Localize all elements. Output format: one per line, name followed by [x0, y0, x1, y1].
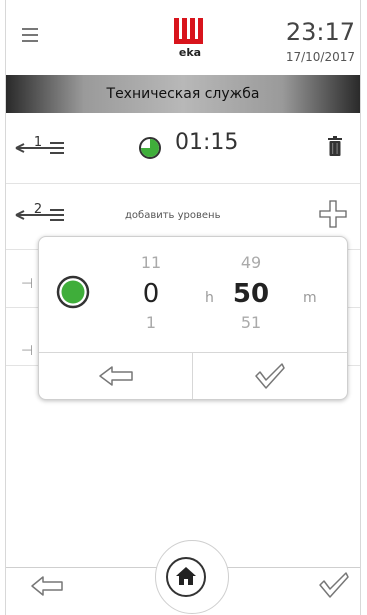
- menu-icon[interactable]: [22, 28, 38, 42]
- level-2-icon: 2: [15, 203, 64, 221]
- plus-icon[interactable]: [318, 199, 348, 229]
- dialog-confirm-button[interactable]: [193, 353, 347, 399]
- dialog-back-button[interactable]: [39, 353, 192, 399]
- trash-icon[interactable]: [328, 136, 342, 156]
- minutes-unit: m: [303, 290, 317, 306]
- level-1-number: 1: [34, 136, 42, 150]
- timer-icon: [56, 275, 90, 309]
- brand-logo-mark: [174, 18, 203, 44]
- level-4-icon-partial: ⊣: [21, 343, 34, 359]
- hours-prev[interactable]: 11: [131, 253, 171, 272]
- minutes-value[interactable]: 50: [225, 279, 277, 309]
- brand-logo: eka: [172, 18, 212, 62]
- time-picker-dialog: 11 0 1 h 49 50 51 m: [38, 236, 348, 400]
- level-3-icon-partial: ⊣: [21, 276, 34, 292]
- title-bar: Техническая служба: [6, 75, 360, 113]
- checkmark-icon: [255, 363, 285, 389]
- confirm-button[interactable]: [318, 571, 350, 599]
- level-2-number: 2: [34, 203, 42, 217]
- arrow-left-icon: [99, 366, 133, 386]
- page-title: Техническая служба: [106, 86, 260, 102]
- hours-next[interactable]: 1: [131, 313, 171, 332]
- home-button[interactable]: [166, 557, 206, 597]
- hours-unit: h: [205, 290, 214, 306]
- clock-date: 17/10/2017: [285, 50, 355, 64]
- home-icon: [176, 567, 196, 585]
- minutes-next[interactable]: 51: [229, 313, 273, 332]
- back-button[interactable]: [30, 575, 64, 597]
- level-1-icon: 1: [15, 136, 64, 154]
- brand-logo-text: eka: [178, 46, 202, 59]
- minutes-prev[interactable]: 49: [229, 253, 273, 272]
- add-level-label[interactable]: добавить уровень: [125, 210, 220, 221]
- clock-time: 23:17: [285, 18, 355, 46]
- level-1-time[interactable]: 01:15: [175, 130, 238, 155]
- timer-icon: [139, 137, 161, 159]
- hours-value[interactable]: 0: [131, 279, 171, 309]
